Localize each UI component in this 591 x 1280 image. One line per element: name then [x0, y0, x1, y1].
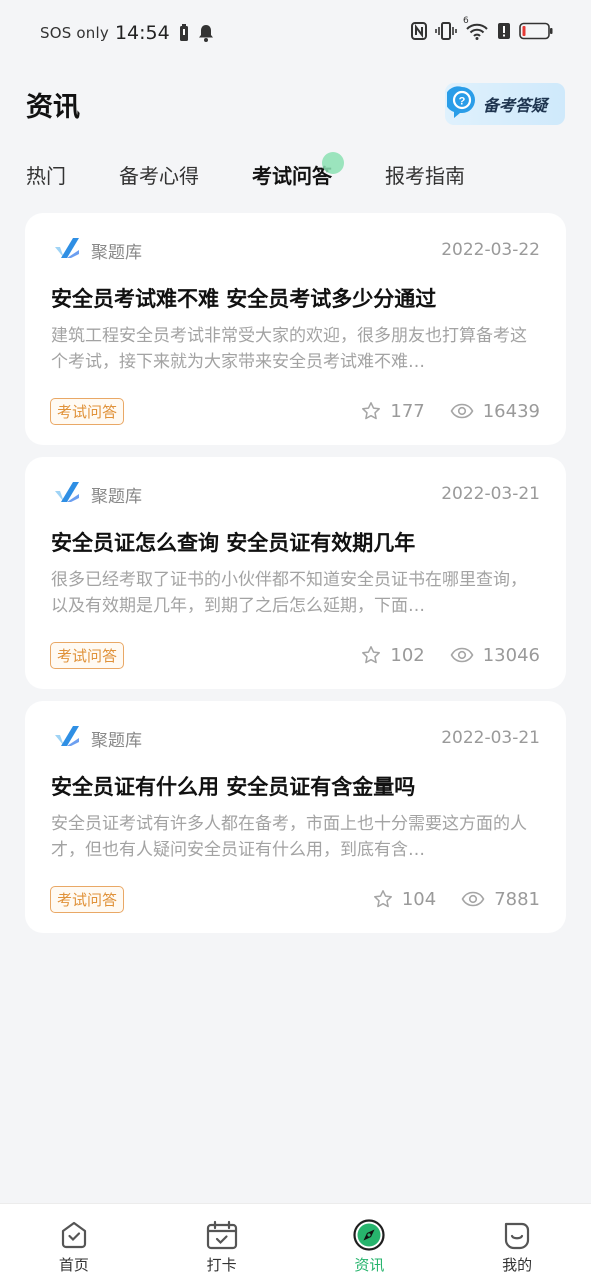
- star-icon: [373, 890, 392, 908]
- article-card[interactable]: 聚题库 2022-03-22 安全员考试难不难 安全员考试多少分通过 建筑工程安…: [25, 213, 566, 445]
- card-summary: 很多已经考取了证书的小伙伴都不知道安全员证书在哪里查询，以及有效期是几年，到期了…: [51, 570, 527, 616]
- source-logo-icon: [53, 725, 79, 751]
- view-count: 16439: [450, 401, 540, 422]
- alert-icon: [497, 22, 511, 44]
- card-footer: 考试问答 177 16439: [50, 397, 540, 425]
- active-tab-indicator: [322, 151, 344, 174]
- star-icon: [362, 402, 381, 420]
- card-footer: 考试问答 104 7881: [50, 885, 540, 913]
- nav-news-label: 资讯: [354, 1256, 385, 1274]
- card-title: 安全员证怎么查询 安全员证有效期几年: [51, 531, 416, 555]
- carrier-text: SOS only: [40, 24, 109, 42]
- svg-text:?: ?: [459, 96, 466, 108]
- profile-icon: [505, 1222, 530, 1250]
- nav-checkin[interactable]: 打卡: [148, 1204, 296, 1280]
- bottom-nav: 首页 打卡 资讯 我的: [0, 1203, 591, 1280]
- vibrate-icon: [435, 22, 457, 44]
- bell-icon: [198, 24, 214, 42]
- eye-icon: [450, 647, 474, 663]
- card-header: 聚题库 2022-03-21: [53, 725, 540, 751]
- card-stats: 177 16439: [361, 401, 540, 422]
- star-count-value: 177: [390, 400, 425, 422]
- clock-time: 14:54: [114, 22, 170, 44]
- battery-icon: [519, 22, 553, 44]
- card-summary: 安全员证考试有许多人都在备考，市面上也十分需要这方面的人才，但也有人疑问安全员证…: [51, 814, 527, 860]
- card-date: 2022-03-21: [441, 484, 540, 504]
- card-stats: 104 7881: [373, 889, 540, 910]
- category-tag: 考试问答: [50, 397, 125, 425]
- card-title: 安全员考试难不难 安全员考试多少分通过: [51, 287, 437, 311]
- nav-home[interactable]: 首页: [0, 1204, 148, 1280]
- star-icon: [362, 646, 381, 664]
- card-stats: 102 13046: [361, 645, 540, 666]
- card-date: 2022-03-21: [441, 728, 540, 748]
- star-count-value: 102: [390, 644, 425, 666]
- calendar-icon: [206, 1220, 237, 1250]
- view-count: 7881: [461, 889, 540, 910]
- tab-registration-guide[interactable]: 报考指南: [385, 160, 465, 189]
- page-title: 资讯: [26, 91, 80, 123]
- card-header: 聚题库 2022-03-22: [53, 237, 540, 263]
- nav-news[interactable]: 资讯: [296, 1204, 444, 1280]
- star-count[interactable]: 177: [361, 400, 425, 422]
- nav-home-label: 首页: [58, 1256, 89, 1274]
- category-tag: 考试问答: [50, 641, 125, 669]
- wifi-icon: 6: [463, 16, 489, 44]
- view-count-value: 16439: [482, 400, 540, 422]
- card-title: 安全员证有什么用 安全员证有含金量吗: [51, 775, 416, 799]
- eye-icon: [461, 891, 485, 907]
- compass-icon: [353, 1219, 385, 1251]
- view-count: 13046: [450, 645, 540, 666]
- wifi-six-label: 6: [463, 16, 469, 26]
- status-bar: SOS only 14:54 6: [0, 0, 591, 66]
- nav-profile-label: 我的: [502, 1256, 533, 1274]
- star-count[interactable]: 102: [361, 644, 425, 666]
- card-source: 聚题库: [91, 730, 142, 751]
- article-card[interactable]: 聚题库 2022-03-21 安全员证怎么查询 安全员证有效期几年 很多已经考取…: [25, 457, 566, 689]
- card-summary: 建筑工程安全员考试非常受大家的欢迎，很多朋友也打算备考这个考试，接下来就为大家带…: [51, 326, 527, 372]
- header: 资讯 ? 备考答疑: [0, 76, 591, 132]
- view-count-value: 13046: [482, 644, 540, 666]
- card-footer: 考试问答 102 13046: [50, 641, 540, 669]
- nfc-icon: [411, 22, 427, 44]
- tab-exam-qa[interactable]: 考试问答: [252, 151, 344, 189]
- card-date: 2022-03-22: [441, 240, 540, 260]
- article-card[interactable]: 聚题库 2022-03-21 安全员证有什么用 安全员证有含金量吗 安全员证考试…: [25, 701, 566, 933]
- star-count-value: 104: [401, 888, 437, 910]
- question-bubble-icon: ?: [444, 85, 477, 123]
- star-count[interactable]: 104: [373, 889, 436, 910]
- category-tag: 考试问答: [50, 885, 125, 913]
- news-screen: SOS only 14:54 6 资讯 ? 备考答疑 热门 备考心得 考试问答 …: [0, 0, 591, 1280]
- tab-study-notes[interactable]: 备考心得: [119, 160, 199, 189]
- source-logo-icon: [53, 237, 79, 263]
- nav-profile[interactable]: 我的: [443, 1204, 591, 1280]
- exam-qa-button[interactable]: ? 备考答疑: [444, 83, 565, 125]
- source-logo-icon: [53, 481, 79, 507]
- eye-icon: [450, 403, 474, 419]
- status-icons: 6: [411, 16, 553, 44]
- category-tabs: 热门 备考心得 考试问答 报考指南: [0, 150, 591, 198]
- nav-checkin-label: 打卡: [206, 1256, 237, 1274]
- tab-hot[interactable]: 热门: [26, 160, 66, 189]
- battery-saver-icon: [178, 24, 190, 42]
- view-count-value: 7881: [494, 888, 540, 910]
- home-icon: [61, 1221, 86, 1249]
- card-source: 聚题库: [91, 242, 142, 263]
- card-source: 聚题库: [91, 486, 142, 507]
- card-header: 聚题库 2022-03-21: [53, 481, 540, 507]
- exam-qa-label: 备考答疑: [483, 96, 548, 115]
- tab-exam-qa-label: 考试问答: [252, 163, 332, 188]
